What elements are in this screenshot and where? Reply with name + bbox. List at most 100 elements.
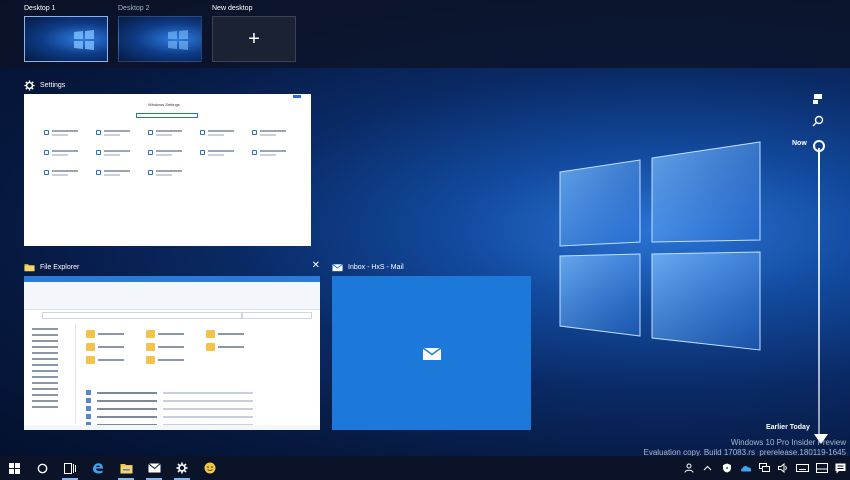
desktop-1[interactable]: Desktop 1: [24, 4, 108, 62]
settings-category-item: [96, 130, 146, 138]
explorer-nav-pane: [24, 324, 76, 424]
mail-icon: [147, 463, 161, 473]
onedrive-icon[interactable]: [736, 456, 755, 480]
mail-window-title: Inbox - HxS - Mail: [348, 263, 404, 271]
mail-splash-icon: [422, 347, 441, 360]
file-explorer-window-header: File Explorer ✕: [24, 258, 320, 276]
explorer-search-box: [242, 312, 312, 319]
timeline-now-label: Now: [792, 140, 807, 147]
desktop-2-label: Desktop 2: [118, 5, 150, 12]
mail-button[interactable]: [140, 456, 168, 480]
settings-category-item: [44, 150, 94, 158]
mail-window-header: Inbox - HxS - Mail: [332, 258, 531, 276]
action-center-icon[interactable]: [831, 456, 850, 480]
edge-button[interactable]: [84, 456, 112, 480]
desktop-1-thumbnail[interactable]: [24, 16, 108, 62]
folder-tile: [86, 330, 146, 338]
volume-icon[interactable]: [774, 456, 793, 480]
timeline-earlier-label: Earlier Today: [766, 424, 810, 431]
timeline-people-icon[interactable]: [811, 92, 825, 106]
settings-window[interactable]: Settings Windows Settings: [24, 76, 311, 246]
settings-category-item: [148, 170, 198, 178]
edge-icon: [93, 463, 103, 474]
feedback-hub-button[interactable]: [196, 456, 224, 480]
settings-category-grid: [44, 130, 302, 178]
file-row: [86, 390, 311, 395]
cortana-button[interactable]: [28, 456, 56, 480]
people-icon[interactable]: [679, 456, 698, 480]
start-button[interactable]: [0, 456, 28, 480]
explorer-ribbon: [24, 282, 320, 310]
settings-icon: [176, 462, 188, 474]
file-row: [86, 398, 311, 403]
settings-button[interactable]: [168, 456, 196, 480]
folder-tile: [206, 330, 266, 338]
mail-icon: [332, 263, 343, 271]
windows-wallpaper-logo: [559, 141, 761, 351]
search-circle-icon: [37, 463, 47, 473]
folder-tile: [206, 343, 266, 351]
folder-tile: [146, 330, 206, 338]
mail-window-thumbnail[interactable]: [332, 276, 531, 430]
ink-workspace-icon[interactable]: [812, 456, 831, 480]
settings-category-item: [200, 130, 250, 138]
windows-logo-icon: [168, 30, 188, 50]
file-explorer-window[interactable]: File Explorer ✕: [24, 258, 320, 430]
explorer-recent-files: [86, 390, 311, 430]
folder-tile: [146, 356, 206, 364]
timeline-track[interactable]: [818, 148, 820, 438]
defender-icon[interactable]: [717, 456, 736, 480]
settings-window-title: Settings: [40, 81, 66, 89]
desktop-2[interactable]: Desktop 2: [118, 4, 202, 62]
settings-window-thumbnail[interactable]: Windows Settings: [24, 94, 311, 246]
explorer-address-bar: [42, 312, 242, 319]
chevron-up-icon[interactable]: [698, 456, 717, 480]
settings-inner-title: Windows Settings: [148, 102, 180, 107]
windows-start-icon: [8, 462, 20, 474]
system-tray: [679, 456, 850, 480]
new-desktop[interactable]: New desktop +: [212, 4, 296, 62]
file-explorer-icon: [120, 463, 132, 473]
new-desktop-button[interactable]: +: [212, 16, 296, 62]
explorer-status-bar: [24, 425, 320, 430]
watermark-line-1: Windows 10 Pro Insider Preview: [730, 438, 846, 447]
folder-tile: [86, 343, 146, 351]
virtual-desktops-bar: Desktop 1 Desktop 2 New desktop +: [0, 0, 850, 68]
settings-category-item: [44, 130, 94, 138]
settings-category-item: [252, 150, 302, 158]
settings-window-header: Settings: [24, 76, 311, 94]
feedback-emoji-icon: [204, 462, 216, 474]
file-explorer-window-title: File Explorer: [40, 263, 80, 271]
gear-icon: [24, 79, 35, 91]
task-view-button[interactable]: [56, 456, 84, 480]
build-watermark: Windows 10 Pro Insider Preview Evaluatio…: [643, 438, 846, 458]
folder-tile: [86, 356, 146, 364]
explorer-frequent-folders: [86, 330, 266, 364]
file-explorer-button[interactable]: [112, 456, 140, 480]
settings-category-item: [148, 150, 198, 158]
task-view-icon: [64, 462, 76, 474]
folder-tile: [146, 343, 206, 351]
new-desktop-label: New desktop: [212, 5, 253, 12]
file-row: [86, 406, 311, 411]
settings-window-controls: [293, 95, 301, 98]
file-row: [86, 414, 311, 419]
settings-search-box: [136, 113, 198, 118]
keyboard-icon[interactable]: [793, 456, 812, 480]
settings-category-item: [148, 130, 198, 138]
desktop-2-thumbnail[interactable]: [118, 16, 202, 62]
windows-logo-icon: [74, 30, 94, 50]
settings-category-item: [200, 150, 250, 158]
desktop-1-label: Desktop 1: [24, 5, 56, 12]
plus-icon: +: [248, 27, 260, 50]
timeline-search-icon[interactable]: [811, 114, 825, 128]
settings-category-item: [96, 170, 146, 178]
mail-window[interactable]: Inbox - HxS - Mail: [332, 258, 531, 430]
folder-icon: [24, 263, 35, 271]
taskbar: [0, 456, 850, 480]
close-icon[interactable]: ✕: [312, 260, 320, 271]
network-icon[interactable]: [755, 456, 774, 480]
timeline-scroll-knob[interactable]: [813, 140, 825, 152]
settings-category-item: [44, 170, 94, 178]
file-explorer-window-thumbnail[interactable]: [24, 276, 320, 430]
